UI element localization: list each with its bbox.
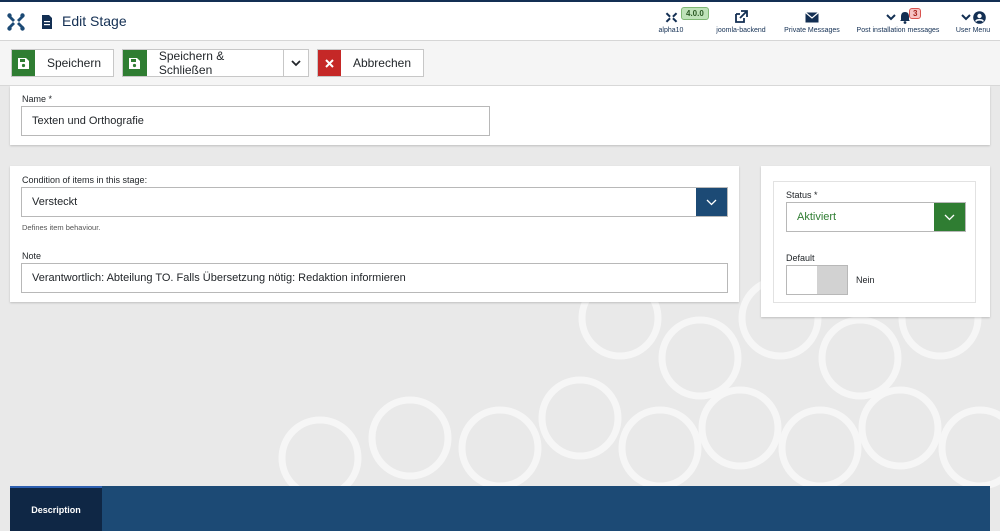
save-label: Speichern	[46, 56, 101, 70]
status-label: Status *	[786, 190, 818, 200]
status-select[interactable]: Aktiviert	[786, 202, 966, 232]
chevron-down-icon	[960, 14, 971, 21]
default-value: Nein	[856, 275, 875, 285]
condition-value: Versteckt	[32, 196, 78, 208]
note-label: Note	[22, 251, 42, 261]
save-close-label: Speichern & Schließen	[158, 49, 225, 77]
joomla-logo-icon[interactable]	[7, 13, 25, 31]
page-title: Edit Stage	[62, 13, 127, 29]
times-icon	[325, 58, 334, 68]
save-close-button[interactable]: Speichern & Schließen	[122, 49, 284, 77]
user-circle-icon	[972, 10, 986, 24]
default-label: Default	[786, 253, 815, 263]
floppy-icon	[17, 57, 29, 69]
status-sidebar-card: Status * Aktiviert Default Nein	[761, 166, 990, 317]
joomla-backend-link[interactable]: joomla-backend	[714, 8, 768, 34]
condition-select[interactable]: Versteckt	[21, 187, 728, 217]
user-menu-label: User Menu	[955, 27, 991, 34]
toolbar: Speichern Speichern & Schließen Abbreche…	[0, 41, 1000, 86]
user-menu[interactable]: User Menu	[954, 8, 992, 34]
condition-label: Condition of items in this stage:	[22, 175, 148, 185]
notification-count-badge: 3	[909, 8, 922, 19]
save-options-dropdown[interactable]	[283, 49, 309, 77]
private-messages-label: Private Messages	[784, 27, 840, 34]
file-icon	[42, 15, 52, 29]
post-install-link[interactable]: Post installation messages	[856, 8, 940, 34]
joomla-icon	[665, 11, 677, 23]
cancel-label: Abbrechen	[352, 56, 411, 70]
chevron-down-icon	[706, 199, 717, 205]
stage-form-card: Condition of items in this stage: Verste…	[10, 166, 739, 302]
private-messages-link[interactable]: Private Messages	[784, 8, 840, 34]
status-select-arrow[interactable]	[934, 203, 965, 231]
status-panel: Status * Aktiviert Default Nein	[773, 181, 976, 303]
chevron-down-icon	[291, 59, 301, 66]
chevron-down-icon	[944, 214, 955, 220]
save-button[interactable]: Speichern	[11, 49, 114, 77]
default-toggle[interactable]	[786, 265, 848, 295]
envelope-icon	[805, 11, 819, 22]
site-label: alpha10	[658, 27, 684, 34]
status-value: Aktiviert	[797, 211, 837, 223]
name-card: Name * Texten und Orthografie	[10, 86, 990, 145]
floppy-icon	[129, 57, 141, 69]
condition-help: Defines item behaviour.	[22, 223, 101, 232]
name-input[interactable]: Texten und Orthografie	[21, 106, 490, 136]
post-install-label: Post installation messages	[856, 27, 940, 34]
top-header: Edit Stage alpha10 4.0.0 joomla-backend	[0, 0, 1000, 41]
bottom-tabs-bar: Description	[10, 486, 990, 531]
tab-description[interactable]: Description	[10, 486, 102, 531]
toggle-knob	[817, 266, 847, 294]
version-badge: 4.0.0	[681, 7, 709, 20]
external-link-icon	[735, 10, 748, 23]
note-input[interactable]: Verantwortlich: Abteilung TO. Falls Über…	[21, 263, 728, 293]
cancel-button[interactable]: Abbrechen	[317, 49, 424, 77]
name-label: Name *	[22, 94, 53, 104]
chevron-down-icon	[885, 14, 896, 21]
joomla-backend-label: joomla-backend	[716, 27, 766, 34]
condition-select-arrow[interactable]	[696, 188, 727, 216]
